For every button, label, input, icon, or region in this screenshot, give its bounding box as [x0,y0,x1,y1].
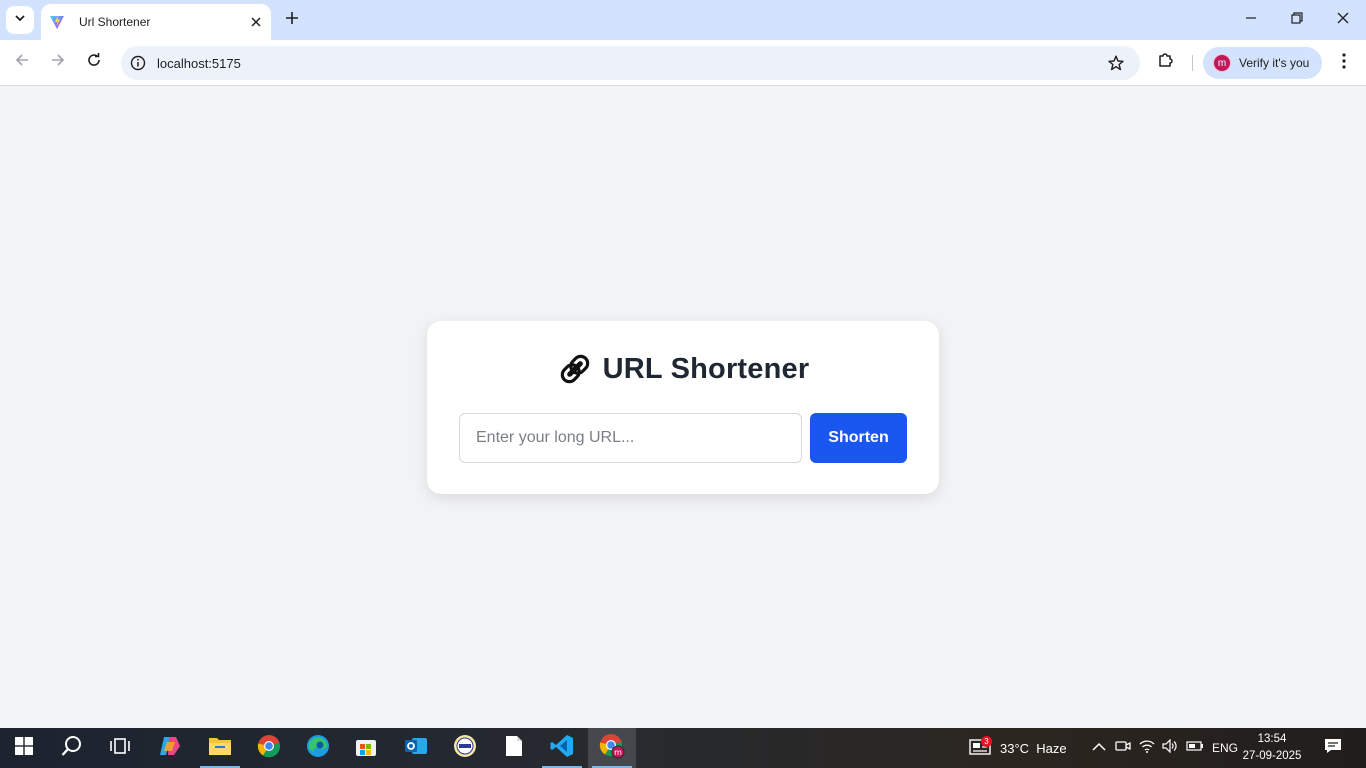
plus-icon [285,11,299,30]
edge-button[interactable] [294,728,342,768]
site-info-icon[interactable] [129,54,147,72]
close-icon [1337,11,1349,29]
url-input[interactable] [459,413,802,463]
chrome-button[interactable] [245,728,293,768]
puzzle-icon [1157,51,1175,74]
chevron-down-icon [14,11,26,29]
back-button[interactable] [8,48,36,76]
notepad-button[interactable] [490,728,538,768]
notifications-button[interactable] [1324,737,1342,760]
clock-date: 27-09-2025 [1242,750,1302,762]
wifi-icon [1139,739,1155,758]
restore-icon [1291,11,1303,29]
store-icon [355,735,377,762]
address-url: localhost:5175 [157,55,241,71]
app-button[interactable] [441,728,489,768]
clock-time: 13:54 [1257,733,1287,745]
notification-icon [1324,737,1342,760]
restore-button[interactable] [1282,6,1312,34]
language-text: ENG [1212,741,1239,755]
shorten-button[interactable]: Shorten [810,413,907,463]
copilot-icon [158,734,182,763]
battery-button[interactable] [1186,739,1204,757]
chrome-profile-icon: m [599,733,625,764]
more-vertical-icon [1342,52,1346,74]
bookmark-star-icon[interactable] [1104,51,1128,75]
chevron-up-icon [1092,739,1106,757]
start-button[interactable] [0,728,48,768]
forward-button[interactable] [44,48,72,76]
extensions-button[interactable] [1154,50,1178,74]
toolbar-divider [1192,55,1193,71]
tab-close-icon[interactable] [245,11,267,33]
vscode-icon [550,734,574,763]
profile-label: Verify it's you [1239,56,1310,70]
store-button[interactable] [342,728,390,768]
svg-text:m: m [614,748,622,757]
tab-title: Url Shortener [79,15,151,29]
meet-now-button[interactable] [1114,739,1132,757]
outlook-button[interactable] [392,728,440,768]
task-view-icon [110,736,130,761]
weather-text: 33°C Haze [1000,740,1067,756]
language-indicator[interactable]: ENG [1212,728,1238,768]
chrome-profile-button[interactable]: m [588,728,636,768]
link-icon [557,351,593,387]
vscode-button[interactable] [538,728,586,768]
volume-button[interactable] [1161,738,1179,758]
outlook-icon [404,734,428,763]
speaker-icon [1162,738,1178,758]
file-explorer-icon [208,735,232,762]
taskbar: m 33°C Haze ENG 13:54 27-09-2025 [0,728,1366,768]
reload-icon [86,52,102,73]
copilot-button[interactable] [146,728,194,768]
camera-icon [1115,739,1131,758]
page-title: URL Shortener [602,352,810,385]
weather-widget[interactable]: 33°C Haze [1000,728,1067,768]
minimize-icon [1245,11,1257,29]
file-explorer-button[interactable] [196,728,244,768]
task-view-button[interactable] [96,728,144,768]
search-icon [61,735,83,762]
browser-menu-button[interactable] [1332,49,1356,77]
notepad-icon [505,735,523,762]
show-hidden-icons-button[interactable] [1090,739,1108,757]
edge-icon [306,734,330,763]
tab-search-button[interactable] [6,6,34,34]
vite-favicon-icon [49,14,65,30]
arrow-left-icon [14,52,30,73]
browser-tab[interactable]: Url Shortener [41,4,271,40]
card-heading: URL Shortener [427,351,939,387]
arrow-right-icon [50,52,66,73]
browser-toolbar: localhost:5175 m Verify it's you [0,40,1366,86]
avatar: m [1213,54,1231,72]
network-button[interactable] [1138,739,1156,757]
new-tab-button[interactable] [280,8,304,32]
news-badge: 3 [981,736,992,747]
battery-icon [1186,739,1204,757]
address-bar[interactable]: localhost:5175 [121,46,1140,80]
taskbar-search-button[interactable] [48,728,96,768]
page-viewport: URL Shortener Shorten [0,87,1366,728]
windows-start-icon [15,736,33,760]
close-window-button[interactable] [1328,6,1358,34]
app-icon [453,734,477,763]
reload-button[interactable] [80,48,108,76]
shortener-card: URL Shortener Shorten [427,321,939,494]
minimize-button[interactable] [1236,6,1266,34]
clock[interactable]: 13:54 27-09-2025 [1240,731,1304,765]
tab-strip: Url Shortener [0,0,1366,40]
profile-button[interactable]: m Verify it's you [1203,47,1322,79]
chrome-icon [257,734,281,763]
